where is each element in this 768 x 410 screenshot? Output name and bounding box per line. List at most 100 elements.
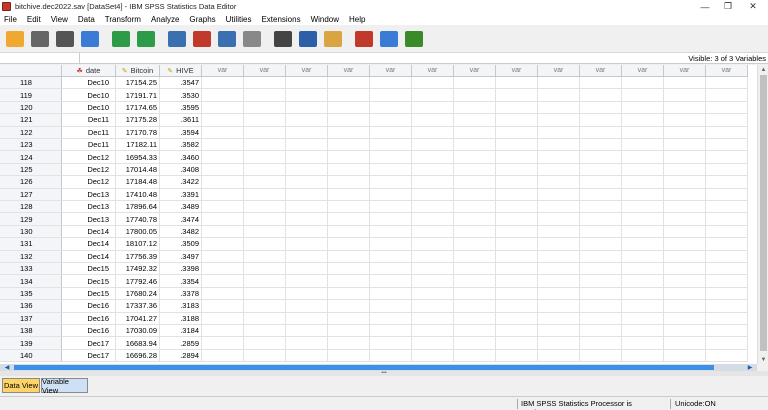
grid-corner[interactable] — [0, 65, 62, 77]
empty-cell[interactable] — [538, 114, 580, 127]
empty-cell[interactable] — [202, 287, 244, 301]
empty-cell[interactable] — [496, 176, 538, 189]
cell-hive[interactable]: .3398 — [160, 263, 202, 276]
empty-cell[interactable] — [454, 201, 496, 214]
empty-cell[interactable] — [202, 139, 244, 152]
menu-window[interactable]: Window — [306, 15, 344, 24]
empty-cell[interactable] — [286, 312, 328, 325]
empty-cell[interactable] — [286, 300, 328, 313]
empty-cell[interactable] — [286, 337, 328, 350]
empty-cell[interactable] — [580, 312, 622, 325]
empty-cell[interactable] — [202, 77, 244, 90]
empty-cell[interactable] — [580, 151, 622, 164]
scroll-right-arrow-icon[interactable]: ▶ — [745, 363, 755, 371]
menu-file[interactable]: File — [2, 15, 22, 24]
cell-date[interactable]: Dec15 — [62, 287, 116, 301]
empty-cell[interactable] — [580, 176, 622, 189]
empty-cell[interactable] — [664, 101, 706, 115]
empty-cell[interactable] — [496, 312, 538, 325]
empty-cell[interactable] — [412, 238, 454, 251]
cell-date[interactable]: Dec10 — [62, 89, 116, 102]
cell-date[interactable]: Dec10 — [62, 77, 116, 90]
row-number[interactable]: 127 — [0, 188, 62, 201]
empty-cell[interactable] — [328, 114, 370, 127]
empty-cell[interactable] — [706, 263, 748, 276]
empty-variable-column-header[interactable]: var — [664, 65, 706, 77]
cell-date[interactable]: Dec14 — [62, 225, 116, 239]
cell-hive[interactable]: .3474 — [160, 213, 202, 226]
empty-cell[interactable] — [538, 101, 580, 115]
empty-cell[interactable] — [454, 188, 496, 201]
empty-cell[interactable] — [538, 201, 580, 214]
empty-cell[interactable] — [622, 300, 664, 313]
empty-cell[interactable] — [328, 151, 370, 164]
empty-cell[interactable] — [496, 126, 538, 139]
empty-cell[interactable] — [202, 213, 244, 226]
empty-cell[interactable] — [286, 275, 328, 288]
empty-cell[interactable] — [580, 201, 622, 214]
empty-cell[interactable] — [286, 126, 328, 139]
empty-cell[interactable] — [538, 325, 580, 338]
empty-cell[interactable] — [370, 263, 412, 276]
tab-data-view[interactable]: Data View — [2, 378, 40, 393]
empty-cell[interactable] — [538, 238, 580, 251]
empty-cell[interactable] — [244, 312, 286, 325]
cell-bitcoin[interactable]: 17680.24 — [116, 287, 160, 301]
empty-cell[interactable] — [412, 275, 454, 288]
empty-cell[interactable] — [286, 89, 328, 102]
column-header-hive[interactable]: ✎ HIVE — [160, 65, 202, 77]
empty-cell[interactable] — [244, 275, 286, 288]
empty-cell[interactable] — [496, 163, 538, 177]
empty-cell[interactable] — [244, 263, 286, 276]
empty-cell[interactable] — [244, 238, 286, 251]
empty-cell[interactable] — [454, 238, 496, 251]
empty-cell[interactable] — [286, 250, 328, 263]
empty-cell[interactable] — [496, 325, 538, 338]
cell-date[interactable]: Dec13 — [62, 201, 116, 214]
empty-cell[interactable] — [622, 139, 664, 152]
empty-cell[interactable] — [538, 349, 580, 363]
empty-cell[interactable] — [622, 89, 664, 102]
menu-extensions[interactable]: Extensions — [256, 15, 305, 24]
empty-cell[interactable] — [664, 89, 706, 102]
empty-cell[interactable] — [328, 337, 370, 350]
empty-cell[interactable] — [286, 325, 328, 338]
empty-cell[interactable] — [538, 300, 580, 313]
row-number[interactable]: 134 — [0, 275, 62, 288]
cell-date[interactable]: Dec16 — [62, 300, 116, 313]
variables-button[interactable] — [216, 28, 238, 50]
empty-cell[interactable] — [286, 287, 328, 301]
empty-cell[interactable] — [538, 263, 580, 276]
empty-cell[interactable] — [244, 300, 286, 313]
cell-date[interactable]: Dec15 — [62, 263, 116, 276]
save-button[interactable] — [29, 28, 51, 50]
empty-cell[interactable] — [412, 349, 454, 363]
empty-cell[interactable] — [580, 188, 622, 201]
empty-cell[interactable] — [244, 250, 286, 263]
empty-cell[interactable] — [286, 139, 328, 152]
empty-variable-column-header[interactable]: var — [370, 65, 412, 77]
empty-cell[interactable] — [580, 139, 622, 152]
empty-cell[interactable] — [202, 151, 244, 164]
empty-cell[interactable] — [706, 176, 748, 189]
cell-date[interactable]: Dec11 — [62, 114, 116, 127]
empty-cell[interactable] — [706, 163, 748, 177]
cell-hive[interactable]: .2859 — [160, 337, 202, 350]
empty-cell[interactable] — [580, 275, 622, 288]
row-number[interactable]: 140 — [0, 349, 62, 363]
empty-cell[interactable] — [580, 77, 622, 90]
empty-cell[interactable] — [412, 126, 454, 139]
cell-bitcoin[interactable]: 17154.25 — [116, 77, 160, 90]
empty-cell[interactable] — [454, 176, 496, 189]
empty-cell[interactable] — [706, 349, 748, 363]
empty-cell[interactable] — [202, 225, 244, 239]
print-button[interactable] — [54, 28, 76, 50]
empty-cell[interactable] — [370, 287, 412, 301]
empty-cell[interactable] — [370, 325, 412, 338]
empty-cell[interactable] — [328, 77, 370, 90]
empty-cell[interactable] — [202, 263, 244, 276]
horizontal-scroll-thumb[interactable] — [14, 365, 714, 370]
cell-date[interactable]: Dec15 — [62, 275, 116, 288]
empty-cell[interactable] — [496, 151, 538, 164]
empty-cell[interactable] — [370, 101, 412, 115]
